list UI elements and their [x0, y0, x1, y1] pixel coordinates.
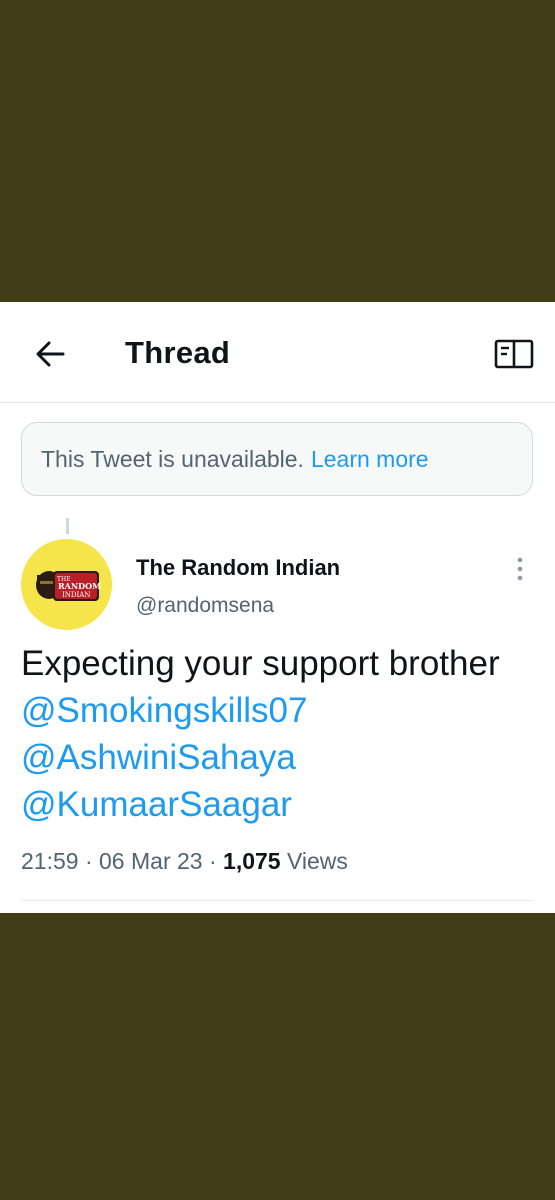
- author-name[interactable]: The Random Indian: [136, 555, 340, 581]
- meta-separator: ·: [208, 848, 217, 874]
- tweet-meta: 21:59 · 06 Mar 23 · 1,075 Views: [21, 848, 348, 875]
- tweet-text: Expecting your support brother @Smokings…: [21, 640, 541, 828]
- mention-smokingskills07[interactable]: @Smokingskills07: [21, 691, 307, 730]
- tweet-time[interactable]: 21:59: [21, 848, 79, 874]
- avatar[interactable]: THE RANDOM INDIAN: [21, 539, 112, 630]
- more-vertical-icon: [517, 557, 523, 581]
- top-bar: Thread: [0, 302, 555, 403]
- random-indian-logo: THE RANDOM INDIAN: [35, 570, 101, 601]
- divider: [21, 900, 533, 901]
- back-button[interactable]: [30, 338, 70, 370]
- tweet-body: Expecting your support brother: [21, 644, 500, 683]
- reader-mode-button[interactable]: [492, 336, 536, 372]
- logo-line-3: INDIAN: [62, 591, 90, 599]
- views-label: Views: [286, 848, 348, 874]
- more-options-button[interactable]: [508, 552, 532, 586]
- notice-text: This Tweet is unavailable.: [41, 445, 304, 472]
- thread-connector-line: [66, 518, 69, 534]
- mention-kumaarsaagar[interactable]: @KumaarSaagar: [21, 785, 292, 824]
- logo-line-2: RANDOM: [58, 581, 101, 591]
- learn-more-link[interactable]: Learn more: [311, 446, 429, 473]
- unavailable-tweet-notice: This Tweet is unavailable. Learn more: [21, 422, 533, 496]
- views-count[interactable]: 1,075: [223, 848, 281, 874]
- thread-screen: Thread This Tweet is unavailable. Learn …: [0, 302, 555, 913]
- author-handle[interactable]: @randomsena: [136, 594, 274, 618]
- mention-ashwinisahaya[interactable]: @AshwiniSahaya: [21, 738, 296, 777]
- meta-separator: ·: [84, 848, 93, 874]
- book-open-icon: [494, 339, 534, 369]
- arrow-left-icon: [36, 341, 65, 367]
- tweet-date[interactable]: 06 Mar 23: [99, 848, 203, 874]
- page-title: Thread: [125, 335, 231, 370]
